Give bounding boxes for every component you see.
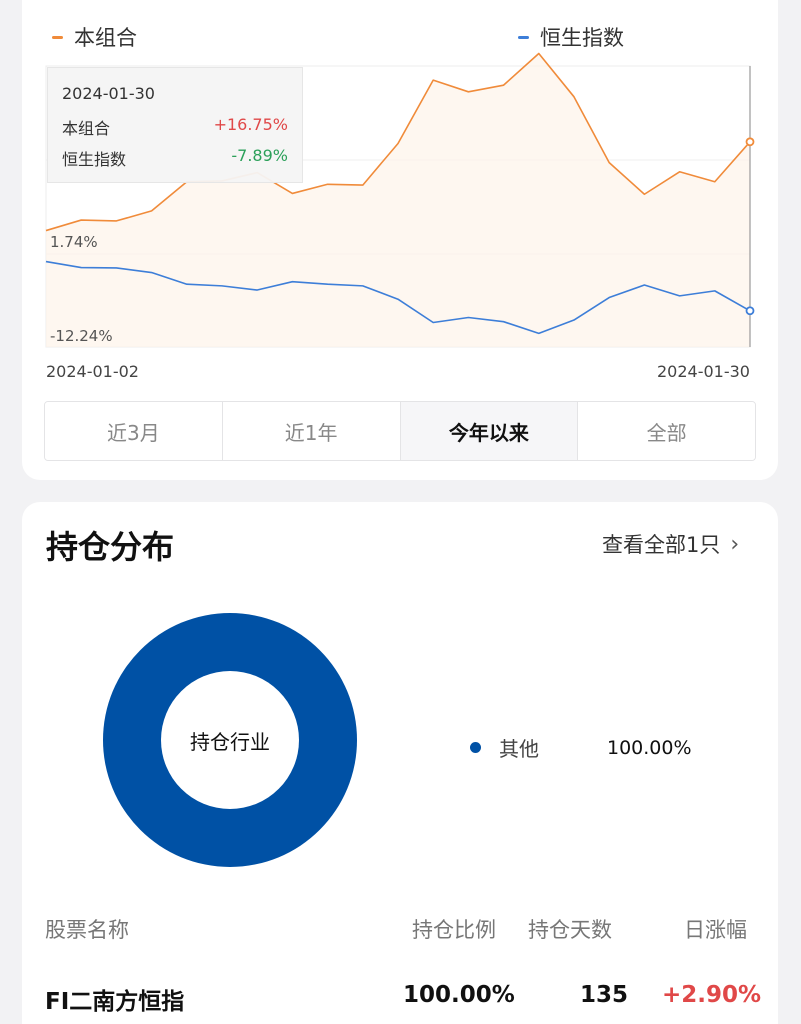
holdings-title: 持仓分布 bbox=[46, 528, 175, 566]
legend-index[interactable]: 恒生指数 bbox=[518, 22, 624, 52]
tab-all[interactable]: 全部 bbox=[578, 402, 755, 460]
pie-legend-pct: 100.00% bbox=[607, 736, 692, 759]
y-label-top: 1.74% bbox=[50, 233, 98, 251]
tooltip-row-portfolio: 本组合 +16.75% bbox=[62, 115, 288, 139]
range-tabs: 近3月 近1年 今年以来 全部 bbox=[44, 401, 756, 461]
x-axis-start-label: 2024-01-02 bbox=[46, 362, 139, 381]
tooltip-portfolio-value: +16.75% bbox=[213, 115, 288, 134]
view-all-label: 查看全部1只 bbox=[602, 533, 721, 557]
performance-chart: 1.74% -12.24% bbox=[45, 52, 755, 348]
tooltip-portfolio-name: 本组合 bbox=[62, 119, 111, 138]
tooltip-row-index: 恒生指数 -7.89% bbox=[62, 146, 288, 170]
holding-row-ratio: 100.00% bbox=[403, 982, 515, 1008]
table-header-name: 股票名称 bbox=[45, 918, 129, 942]
chevron-right-icon: › bbox=[730, 531, 740, 557]
table-header-days: 持仓天数 bbox=[528, 918, 612, 942]
holding-row-name[interactable]: FI二南方恒指 bbox=[45, 982, 184, 1016]
pie-legend-name: 其他 bbox=[499, 737, 539, 761]
legend-portfolio-label: 本组合 bbox=[74, 26, 137, 50]
holding-row-days: 135 bbox=[580, 982, 629, 1008]
tooltip-index-value: -7.89% bbox=[231, 146, 288, 165]
tab-3-months[interactable]: 近3月 bbox=[45, 402, 223, 460]
x-axis-end-label: 2024-01-30 bbox=[657, 362, 750, 381]
tooltip-date: 2024-01-30 bbox=[62, 84, 155, 103]
view-all-link[interactable]: 查看全部1只 › bbox=[602, 529, 739, 559]
portfolio-legend-dash bbox=[52, 35, 63, 39]
pie-legend-item: 其他 100.00% bbox=[470, 733, 692, 762]
series-end-point-0 bbox=[745, 137, 755, 147]
legend-index-label: 恒生指数 bbox=[540, 26, 624, 50]
tooltip-index-name: 恒生指数 bbox=[62, 150, 127, 169]
y-label-bottom: -12.24% bbox=[50, 327, 113, 345]
index-legend-dash bbox=[518, 35, 529, 39]
pie-legend-dot bbox=[470, 742, 481, 753]
chart-tooltip: 2024-01-30 本组合 +16.75% 恒生指数 -7.89% bbox=[47, 67, 303, 183]
table-header-change: 日涨幅 bbox=[684, 918, 747, 942]
series-end-point-1 bbox=[745, 306, 755, 316]
industry-donut-chart[interactable]: 持仓行业 bbox=[103, 613, 357, 867]
tab-1-year[interactable]: 近1年 bbox=[222, 402, 401, 460]
legend-portfolio[interactable]: 本组合 bbox=[52, 22, 137, 52]
donut-center-label: 持仓行业 bbox=[161, 671, 299, 809]
table-header-ratio: 持仓比例 bbox=[412, 918, 496, 942]
holding-row-change: +2.90% bbox=[662, 982, 762, 1008]
tab-year-to-date[interactable]: 今年以来 bbox=[400, 402, 579, 460]
